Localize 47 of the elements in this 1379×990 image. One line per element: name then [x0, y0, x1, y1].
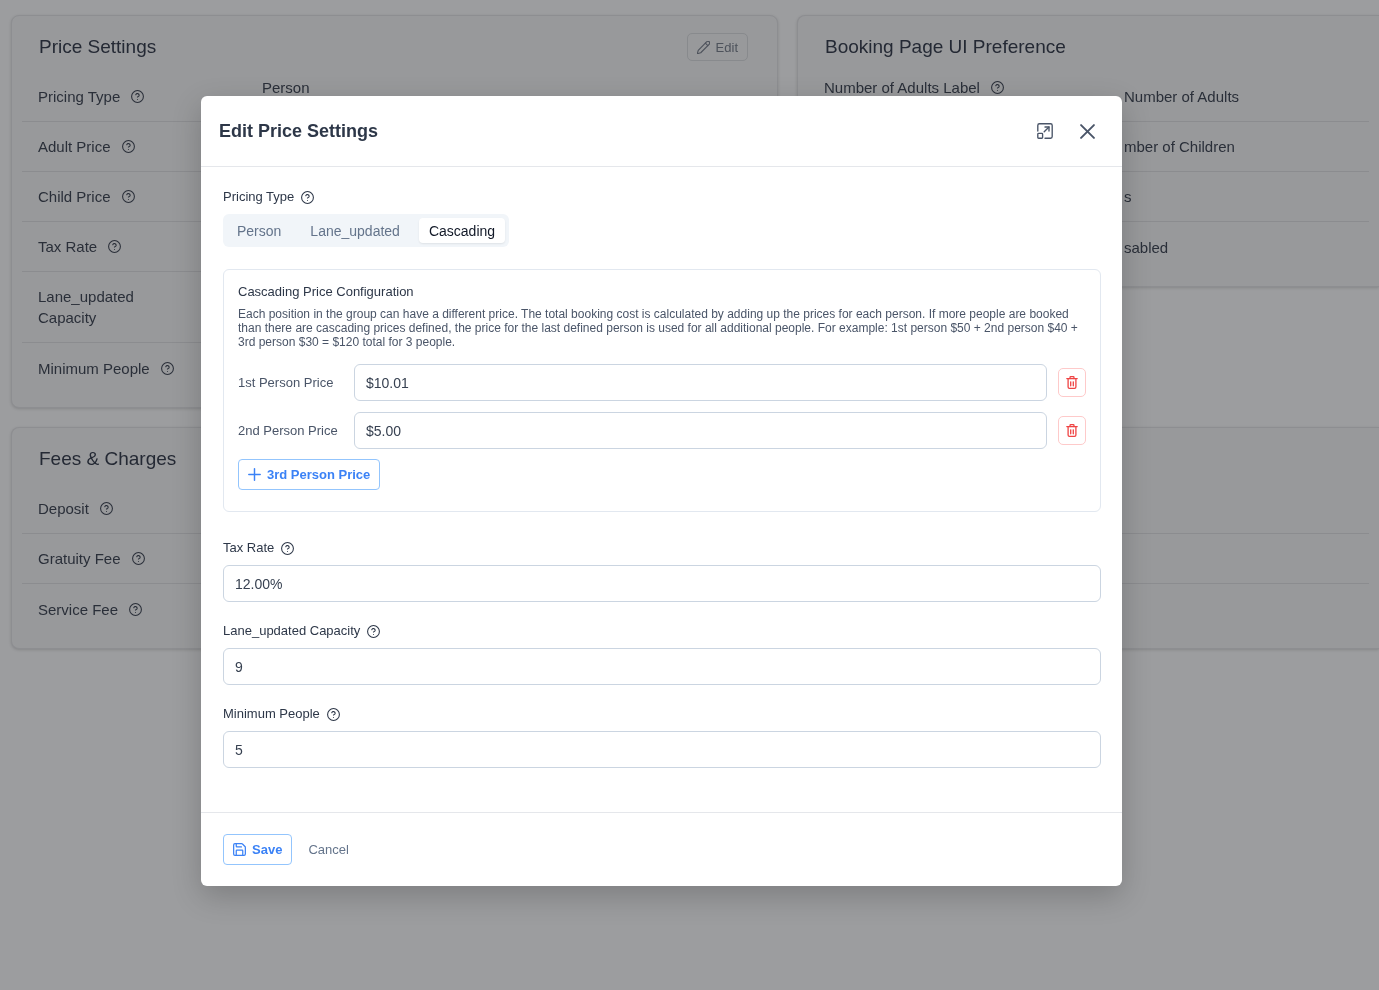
- setting-value: s: [1124, 187, 1132, 207]
- field-label: Minimum People: [223, 706, 320, 722]
- delete-button[interactable]: [1058, 416, 1086, 445]
- setting-label: Number of Adults Label: [824, 80, 980, 95]
- cancel-button[interactable]: Cancel: [308, 842, 349, 857]
- setting-label: Tax Rate: [38, 237, 98, 257]
- field-label: Lane_updated Capacity: [223, 623, 361, 639]
- setting-label: Gratuity Fee: [38, 549, 121, 569]
- setting-value: sabled: [1124, 237, 1169, 258]
- setting-value: mber of Children: [1124, 137, 1235, 157]
- text-input[interactable]: 9: [223, 648, 1101, 685]
- add-tier-button[interactable]: 3rd Person Price: [238, 459, 381, 490]
- dialog-title: Edit Price Settings: [219, 120, 379, 142]
- setting-label: Adult Price: [38, 137, 111, 157]
- card-title: Price Settings: [39, 35, 157, 59]
- setting-label: Lane_updated Capacity: [38, 287, 135, 328]
- setting-label: Deposit: [38, 499, 89, 519]
- price-input[interactable]: $10.01: [354, 364, 1047, 401]
- setting-value: Number of Adults: [1124, 87, 1240, 107]
- setting-label: Pricing Type: [38, 87, 121, 107]
- pricing-type-tab[interactable]: Cascading: [418, 218, 506, 243]
- config-title: Cascading Price Configuration: [238, 284, 415, 300]
- pricing-type-tab[interactable]: Person: [227, 218, 292, 243]
- tier-label: 1st Person Price: [238, 375, 335, 390]
- setting-value: Person: [262, 80, 310, 95]
- setting-label: Child Price: [38, 187, 111, 207]
- card-title: Fees & Charges: [39, 447, 177, 471]
- trash-icon: [1066, 376, 1078, 389]
- tier-label: 2nd Person Price: [238, 423, 339, 438]
- text-input[interactable]: 5: [223, 731, 1101, 768]
- trash-icon: [1066, 424, 1078, 437]
- setting-label: Minimum People: [38, 358, 150, 379]
- close-icon: [1079, 123, 1095, 139]
- config-description: Each position in the group can have a different price. The total booking cost is calculated by adding up the prices for each person. If more people are booked than there are cascading prices defined, the price for the last defined person is used for all additional people. For example: 1st person $50 + 2nd person $40 + 3rd person $30 = $120 total for 3 people.: [238, 307, 1079, 349]
- field-label: Pricing Type: [223, 189, 295, 205]
- save-icon: [233, 843, 246, 856]
- card-title: Booking Page UI Preference: [825, 35, 1066, 59]
- pencil-icon: [696, 40, 710, 54]
- price-input[interactable]: $5.00: [354, 412, 1047, 449]
- expand-icon: [1037, 123, 1053, 139]
- field-label: Tax Rate: [223, 540, 275, 556]
- save-button[interactable]: Save: [223, 834, 293, 865]
- delete-button[interactable]: [1058, 368, 1086, 397]
- setting-label: Service Fee: [38, 599, 119, 620]
- plus-icon: [248, 468, 261, 481]
- text-input[interactable]: 12.00%: [223, 565, 1101, 602]
- pricing-type-tab[interactable]: Lane_updated: [300, 218, 410, 243]
